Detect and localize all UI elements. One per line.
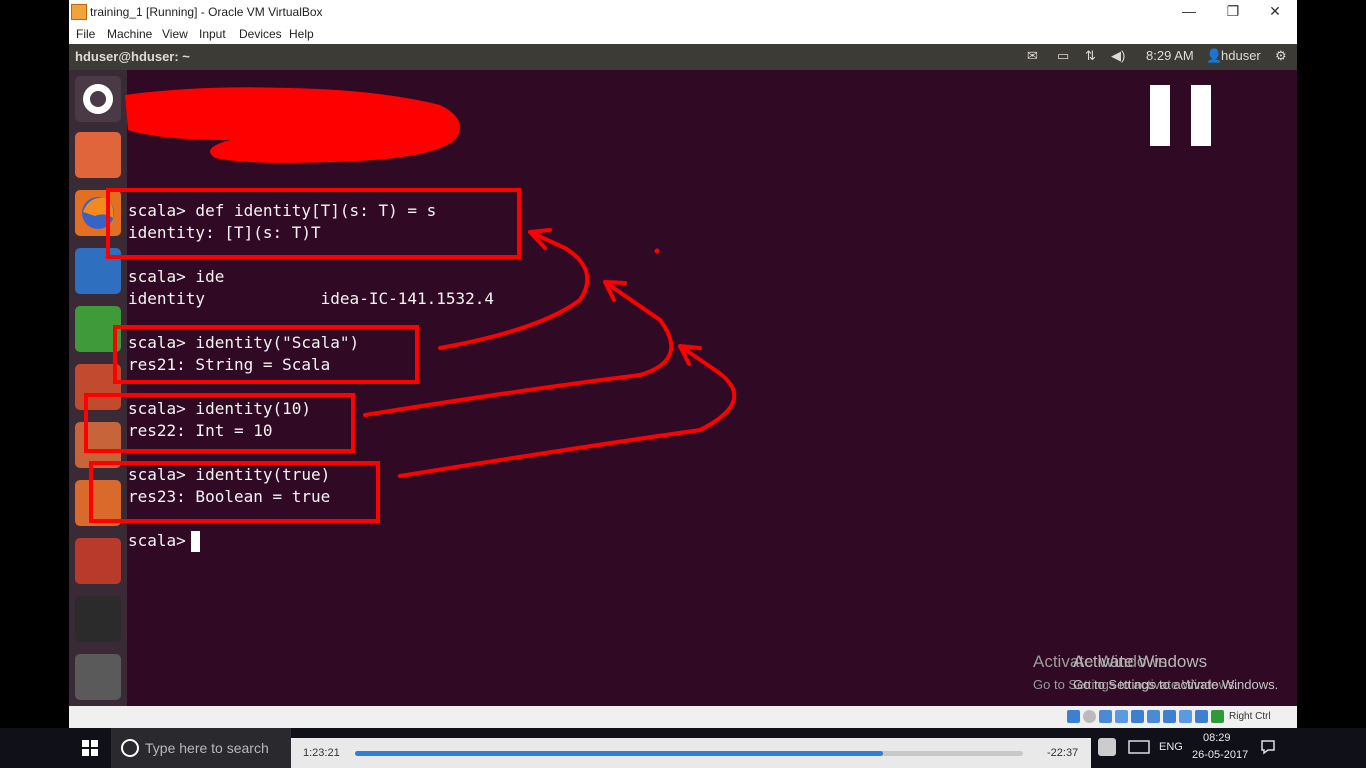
mouse-integration-icon[interactable] bbox=[1211, 710, 1224, 723]
annotation-box bbox=[89, 461, 380, 523]
pen-icon[interactable] bbox=[1098, 738, 1116, 756]
redaction-scribble bbox=[125, 87, 460, 163]
elapsed-time: 1:23:21 bbox=[303, 747, 340, 759]
seek-bar-fill bbox=[355, 751, 883, 756]
usb-icon[interactable] bbox=[1131, 710, 1144, 723]
annotation-dot bbox=[654, 248, 660, 254]
keyboard-icon[interactable] bbox=[1128, 740, 1150, 754]
windows-start-icon[interactable] bbox=[82, 740, 98, 756]
host-key-label: Right Ctrl bbox=[1229, 711, 1271, 722]
annotation-box bbox=[113, 325, 419, 384]
video-player-bar: 1:23:21 -22:37 bbox=[291, 738, 1091, 768]
annotation-arrow bbox=[398, 344, 737, 478]
vm-status-bar: Right Ctrl bbox=[69, 706, 1297, 728]
optical-drive-icon[interactable] bbox=[1083, 710, 1096, 723]
audio-icon[interactable] bbox=[1099, 710, 1112, 723]
cpu-icon[interactable] bbox=[1195, 710, 1208, 723]
display-icon[interactable] bbox=[1163, 710, 1176, 723]
seek-bar[interactable] bbox=[355, 751, 1023, 756]
taskbar-date[interactable]: 26-05-2017 bbox=[1192, 749, 1248, 761]
shared-folders-icon[interactable] bbox=[1147, 710, 1160, 723]
annotation-arrow bbox=[363, 280, 674, 417]
taskbar-time[interactable]: 08:29 bbox=[1203, 732, 1231, 744]
cortana-icon bbox=[121, 739, 139, 757]
taskbar-search-box[interactable]: Type here to search bbox=[111, 728, 291, 768]
annotation-arrow bbox=[438, 228, 590, 350]
search-placeholder: Type here to search bbox=[145, 740, 269, 756]
annotation-box bbox=[106, 188, 521, 259]
activate-windows-title: Activate Windows bbox=[1073, 652, 1208, 671]
annotation-box bbox=[84, 393, 355, 453]
activate-windows-hint: Go to Settings to activate Windows. bbox=[1073, 677, 1279, 692]
network-adapter-icon[interactable] bbox=[1115, 710, 1128, 723]
video-capture-icon[interactable] bbox=[1179, 710, 1192, 723]
notification-icon[interactable] bbox=[1260, 739, 1276, 755]
language-indicator[interactable]: ENG bbox=[1159, 741, 1183, 753]
hard-disk-icon[interactable] bbox=[1067, 710, 1080, 723]
remaining-time: -22:37 bbox=[1047, 747, 1079, 759]
